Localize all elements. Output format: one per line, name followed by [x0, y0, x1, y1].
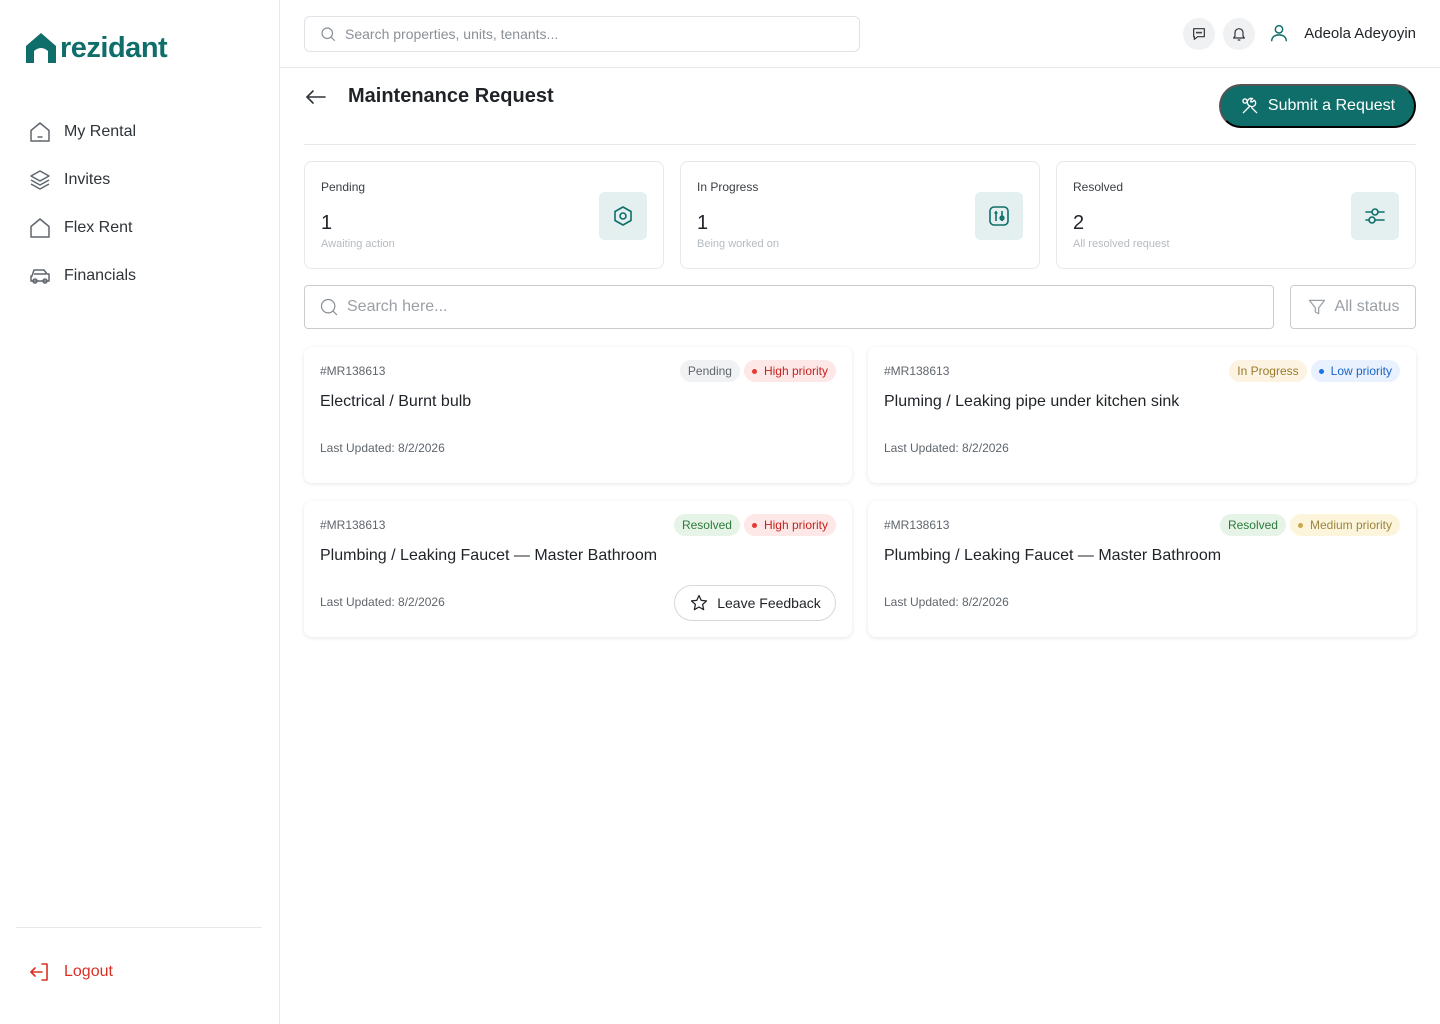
home-icon — [28, 120, 52, 144]
tools-icon — [1240, 96, 1260, 116]
sidebar-item-invites[interactable]: Invites — [0, 156, 279, 204]
priority-badge: High priority — [743, 360, 836, 382]
request-badges: In Progress Low priority — [1229, 360, 1400, 382]
priority-badge: Medium priority — [1289, 514, 1400, 536]
search-icon — [319, 297, 339, 317]
user-name: Adeola Adeyoyin — [1304, 24, 1416, 42]
stat-label: Pending — [321, 180, 366, 194]
topbar: Adeola Adeyoyin — [280, 0, 1440, 68]
request-id: #MR138613 — [320, 518, 386, 532]
request-title: Plumbing / Leaking Faucet — Master Bathr… — [884, 547, 1222, 564]
status-badge: Resolved — [1219, 514, 1286, 536]
user-menu[interactable]: Adeola Adeyoyin — [1268, 22, 1416, 44]
request-id: #MR138613 — [884, 518, 950, 532]
request-title: Plumbing / Leaking Faucet — Master Bathr… — [320, 547, 658, 564]
back-arrow-icon[interactable] — [304, 85, 328, 109]
sidebar-divider — [16, 927, 262, 928]
request-id: #MR138613 — [884, 364, 950, 378]
brand-logo[interactable]: rezidant — [24, 31, 168, 65]
sidebar-item-label: Invites — [64, 171, 111, 188]
sidebar-nav: My Rental Invites Flex Rent Financials — [0, 108, 279, 300]
global-search — [304, 16, 860, 52]
request-badges: Pending High priority — [679, 360, 836, 382]
request-last-updated: Last Updated: 8/2/2026 — [884, 441, 1009, 455]
stat-value: 1 — [697, 212, 709, 234]
sidebar-item-flex-rent[interactable]: Flex Rent — [0, 204, 279, 252]
stat-card-pending: Pending 1 Awaiting action — [304, 161, 664, 269]
status-filter-dropdown[interactable]: All status — [1290, 285, 1416, 329]
notifications-button[interactable] — [1223, 18, 1255, 50]
tools-icon — [975, 192, 1023, 240]
status-badge: Pending — [679, 360, 740, 382]
submit-request-label: Submit a Request — [1267, 97, 1396, 114]
messages-button[interactable] — [1183, 18, 1215, 50]
request-title: Electrical / Burnt bulb — [320, 393, 472, 410]
logout-icon — [28, 960, 52, 984]
car-icon — [28, 264, 52, 288]
chat-icon — [1191, 26, 1207, 42]
sidebar-item-financials[interactable]: Financials — [0, 252, 279, 300]
request-badges: Resolved Medium priority — [1219, 514, 1400, 536]
request-title: Pluming / Leaking pipe under kitchen sin… — [884, 393, 1180, 410]
status-badge: In Progress — [1229, 360, 1307, 382]
stat-subtitle: Being worked on — [697, 238, 779, 250]
user-icon — [1268, 22, 1290, 44]
status-filter-label: All status — [1334, 298, 1400, 315]
priority-badge: Low priority — [1310, 360, 1400, 382]
sliders-icon — [1351, 192, 1399, 240]
filter-icon — [1307, 297, 1327, 317]
home-icon — [28, 216, 52, 240]
priority-badge: High priority — [743, 514, 836, 536]
hexagon-nut-icon — [599, 192, 647, 240]
request-last-updated: Last Updated: 8/2/2026 — [884, 595, 1009, 609]
page-header: Maintenance Request Submit a Request — [304, 84, 1416, 145]
stat-card-resolved: Resolved 2 All resolved request — [1056, 161, 1416, 269]
logo-house-icon — [26, 33, 56, 63]
leave-feedback-button[interactable]: Leave Feedback — [674, 585, 836, 621]
layers-icon — [28, 168, 52, 192]
sidebar-item-my-rental[interactable]: My Rental — [0, 108, 279, 156]
stat-value: 2 — [1073, 212, 1085, 234]
stat-card-in-progress: In Progress 1 Being worked on — [680, 161, 1040, 269]
logout-label: Logout — [64, 963, 113, 980]
stat-subtitle: All resolved request — [1073, 238, 1170, 250]
request-last-updated: Last Updated: 8/2/2026 — [320, 441, 445, 455]
request-search — [304, 285, 1274, 329]
star-icon — [689, 593, 709, 613]
sidebar-item-label: My Rental — [64, 123, 137, 140]
stat-label: Resolved — [1073, 180, 1124, 194]
stat-label: In Progress — [697, 180, 759, 194]
submit-request-button[interactable]: Submit a Request — [1219, 84, 1416, 128]
request-search-input[interactable] — [347, 298, 1247, 316]
request-badges: Resolved High priority — [673, 514, 836, 536]
stat-subtitle: Awaiting action — [321, 238, 395, 250]
page-title: Maintenance Request — [348, 85, 554, 107]
brand-name: rezidant — [60, 32, 168, 64]
leave-feedback-label: Leave Feedback — [717, 595, 821, 611]
global-search-input[interactable] — [345, 26, 845, 42]
sidebar: rezidant My Rental Invites Flex Rent Fin… — [0, 0, 280, 1024]
request-card[interactable]: #MR138613 In Progress Low priority Plumi… — [868, 347, 1416, 483]
stat-value: 1 — [321, 212, 333, 234]
request-id: #MR138613 — [320, 364, 386, 378]
sidebar-item-label: Financials — [64, 267, 137, 284]
sidebar-item-label: Flex Rent — [64, 219, 133, 236]
request-card[interactable]: #MR138613 Resolved Medium priority Plumb… — [868, 501, 1416, 637]
status-badge: Resolved — [673, 514, 740, 536]
bell-icon — [1231, 26, 1247, 42]
request-card[interactable]: #MR138613 Pending High priority Electric… — [304, 347, 852, 483]
request-card[interactable]: #MR138613 Resolved High priority Plumbin… — [304, 501, 852, 637]
request-last-updated: Last Updated: 8/2/2026 — [320, 595, 445, 609]
search-icon — [319, 25, 337, 43]
logout-button[interactable]: Logout — [28, 960, 113, 984]
